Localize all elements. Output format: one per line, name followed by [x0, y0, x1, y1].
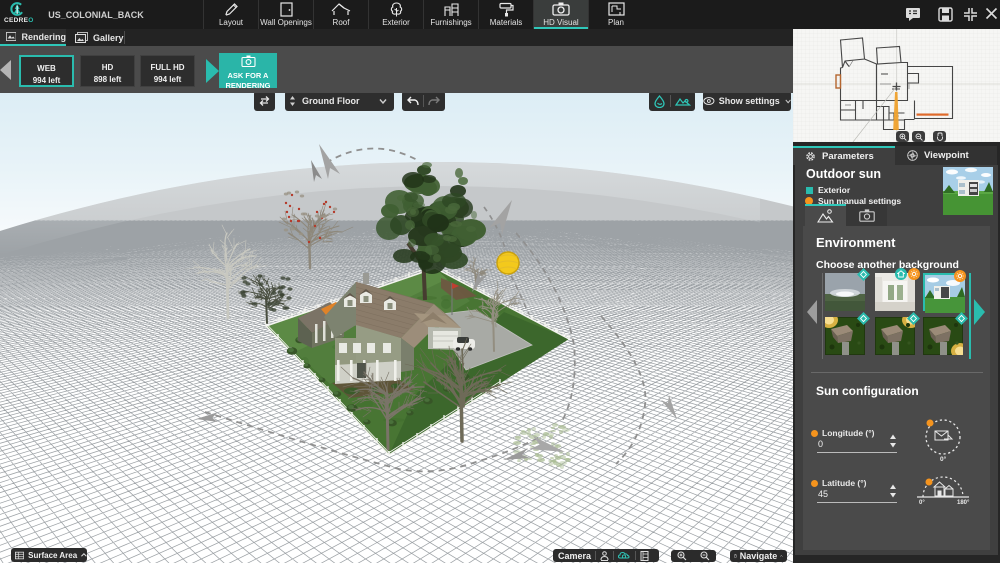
svg-text:0°: 0°: [940, 455, 947, 463]
svg-text:0°: 0°: [919, 500, 925, 505]
svg-text:180°: 180°: [957, 500, 970, 505]
